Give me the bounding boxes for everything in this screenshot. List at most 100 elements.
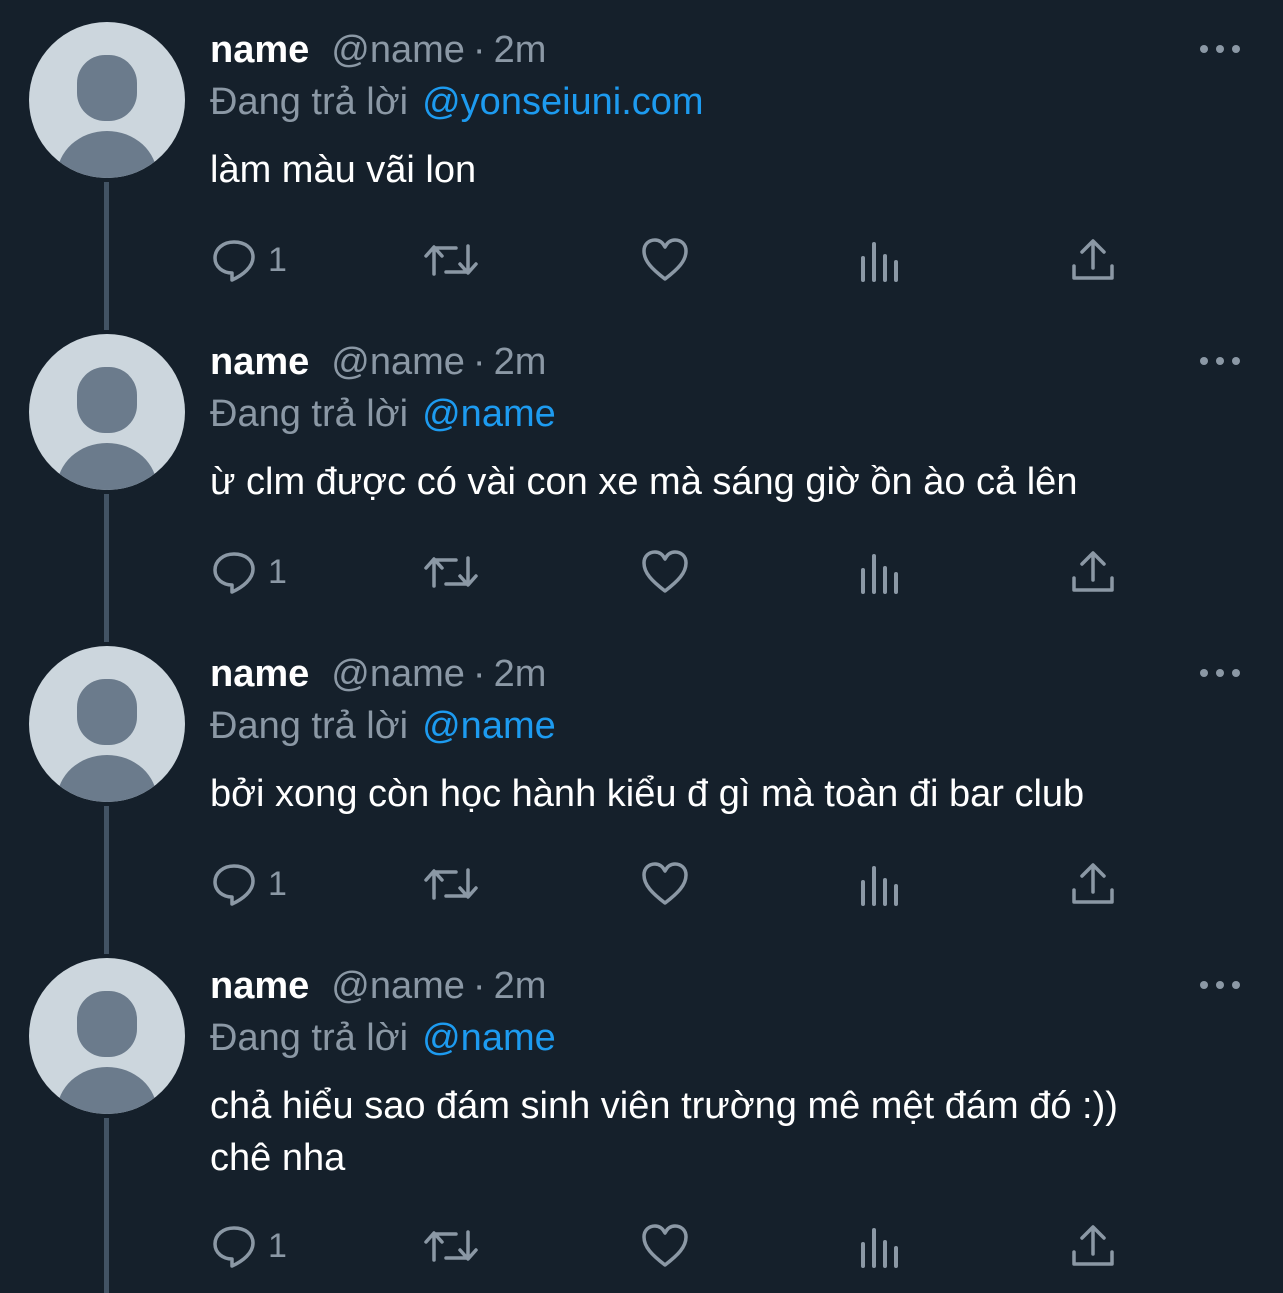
heart-icon xyxy=(642,862,688,905)
retweet-button[interactable] xyxy=(422,546,480,598)
avatar-head-icon xyxy=(77,55,137,121)
more-horizontal-icon[interactable] xyxy=(1198,40,1242,60)
reply-count: 1 xyxy=(268,1226,287,1265)
tweet-text: chả hiểu sao đám sinh viên trường mê mệt… xyxy=(210,1085,1118,1179)
reply-to-mention[interactable]: @name xyxy=(422,705,556,747)
share-upload-icon xyxy=(1072,1225,1114,1266)
more-horizontal-icon[interactable] xyxy=(1198,664,1242,684)
avatar[interactable] xyxy=(29,334,185,490)
reply-button[interactable]: 1 xyxy=(210,234,287,286)
tweet-header: name @name · 2m xyxy=(210,962,546,1010)
separator-dot: · xyxy=(472,29,486,71)
avatar-body-icon xyxy=(57,443,157,490)
reply-label: Đang trả lời xyxy=(210,705,409,747)
retweet-icon xyxy=(424,1230,478,1262)
avatar[interactable] xyxy=(29,22,185,178)
display-name[interactable]: name xyxy=(210,965,309,1007)
retweet-icon xyxy=(424,868,478,900)
views-chart-icon xyxy=(861,554,898,594)
tweet-header: name @name · 2m xyxy=(210,338,546,386)
views-chart-icon xyxy=(861,866,898,906)
share-button[interactable] xyxy=(1070,1220,1116,1272)
timestamp[interactable]: 2m xyxy=(494,341,547,383)
retweet-button[interactable] xyxy=(422,1220,480,1272)
separator-dot: · xyxy=(472,653,486,695)
tweet[interactable]: name @name · 2m Đang trả lời @yonseiuni.com … xyxy=(0,0,1283,330)
timestamp[interactable]: 2m xyxy=(494,29,547,71)
heart-icon xyxy=(642,550,688,593)
reply-button[interactable]: 1 xyxy=(210,546,287,598)
reply-label: Đang trả lời xyxy=(210,393,409,435)
reply-label: Đang trả lời xyxy=(210,1017,409,1059)
views-button[interactable] xyxy=(858,858,902,910)
avatar-body-icon xyxy=(57,1067,157,1114)
display-name[interactable]: name xyxy=(210,29,309,71)
more-horizontal-icon[interactable] xyxy=(1198,976,1242,996)
thread-connector-line xyxy=(104,1118,109,1293)
tweet[interactable]: name @name · 2m Đang trả lời @name bởi xong … xyxy=(0,624,1283,954)
heart-icon xyxy=(642,1224,688,1267)
timestamp[interactable]: 2m xyxy=(494,653,547,695)
like-button[interactable] xyxy=(640,234,690,286)
display-name[interactable]: name xyxy=(210,653,309,695)
action-bar: 1 xyxy=(210,546,1130,598)
action-bar: 1 xyxy=(210,1220,1130,1272)
tweet-header: name @name · 2m xyxy=(210,650,546,698)
replying-to: Đang trả lời @name xyxy=(210,702,556,750)
reply-to-mention[interactable]: @name xyxy=(422,393,556,435)
avatar-head-icon xyxy=(77,367,137,433)
replying-to: Đang trả lời @yonseiuni.com xyxy=(210,78,704,126)
reply-bubble-icon xyxy=(213,864,255,906)
reply-bubble-icon xyxy=(213,552,255,594)
heart-icon xyxy=(642,238,688,281)
retweet-button[interactable] xyxy=(422,234,480,286)
user-handle[interactable]: @name xyxy=(331,29,465,71)
like-button[interactable] xyxy=(640,1220,690,1272)
thread: name @name · 2m Đang trả lời @yonseiuni.com … xyxy=(0,0,1283,1293)
like-button[interactable] xyxy=(640,858,690,910)
views-button[interactable] xyxy=(858,1220,902,1272)
action-bar: 1 xyxy=(210,234,1130,286)
avatar-body-icon xyxy=(57,131,157,178)
reply-bubble-icon xyxy=(213,240,255,282)
views-button[interactable] xyxy=(858,546,902,598)
avatar[interactable] xyxy=(29,646,185,802)
thread-connector-line xyxy=(104,494,109,642)
reply-count: 1 xyxy=(268,864,287,903)
tweet[interactable]: name @name · 2m Đang trả lời @name chả hiểu … xyxy=(0,936,1283,1293)
separator-dot: · xyxy=(472,341,486,383)
display-name[interactable]: name xyxy=(210,341,309,383)
views-button[interactable] xyxy=(858,234,902,286)
share-button[interactable] xyxy=(1070,546,1116,598)
timestamp[interactable]: 2m xyxy=(494,965,547,1007)
reply-count: 1 xyxy=(268,240,287,279)
reply-button[interactable]: 1 xyxy=(210,858,287,910)
like-button[interactable] xyxy=(640,546,690,598)
share-button[interactable] xyxy=(1070,234,1116,286)
reply-count: 1 xyxy=(268,552,287,591)
avatar[interactable] xyxy=(29,958,185,1114)
thread-connector-line xyxy=(104,182,109,330)
avatar-head-icon xyxy=(77,679,137,745)
user-handle[interactable]: @name xyxy=(331,341,465,383)
share-upload-icon xyxy=(1072,239,1114,280)
reply-to-mention[interactable]: @yonseiuni.com xyxy=(422,81,703,123)
action-bar: 1 xyxy=(210,858,1130,910)
retweet-icon xyxy=(424,556,478,588)
share-upload-icon xyxy=(1072,551,1114,592)
thread-connector-line xyxy=(104,806,109,954)
tweet[interactable]: name @name · 2m Đang trả lời @name ừ clm đượ… xyxy=(0,312,1283,642)
more-horizontal-icon[interactable] xyxy=(1198,352,1242,372)
tweet-text: bởi xong còn học hành kiểu đ gì mà toàn … xyxy=(210,773,1085,815)
retweet-button[interactable] xyxy=(422,858,480,910)
share-button[interactable] xyxy=(1070,858,1116,910)
reply-button[interactable]: 1 xyxy=(210,1220,287,1272)
user-handle[interactable]: @name xyxy=(331,653,465,695)
reply-to-mention[interactable]: @name xyxy=(422,1017,556,1059)
views-chart-icon xyxy=(861,242,898,282)
user-handle[interactable]: @name xyxy=(331,965,465,1007)
separator-dot: · xyxy=(472,965,486,1007)
tweet-text: ừ clm được có vài con xe mà sáng giờ ồn … xyxy=(210,461,1078,503)
retweet-icon xyxy=(424,244,478,276)
reply-label: Đang trả lời xyxy=(210,81,409,123)
